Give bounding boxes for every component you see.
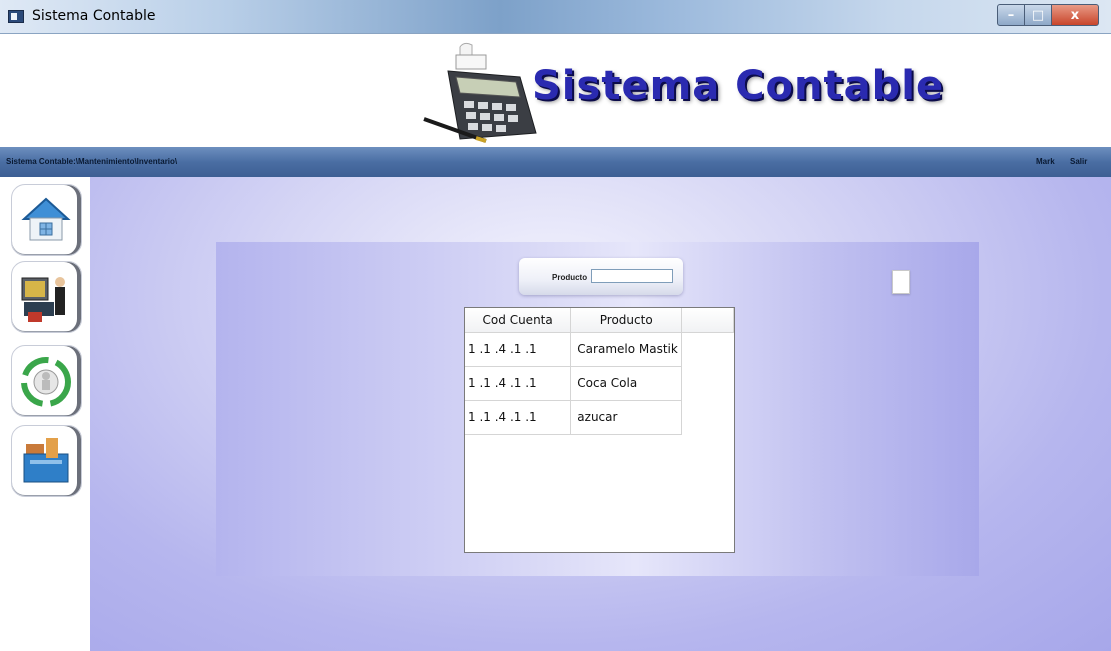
cell-producto[interactable]: Caramelo Mastik bbox=[570, 332, 683, 367]
sidebar-cycle-button[interactable] bbox=[11, 345, 82, 417]
inventory-table: Cod Cuenta Producto 1 .1 .4 .1 .1 Carame… bbox=[464, 307, 735, 553]
cell-cod-cuenta[interactable]: 1 .1 .4 .1 .1 bbox=[465, 400, 572, 435]
minimize-button[interactable]: – bbox=[997, 4, 1025, 26]
maximize-icon: □ bbox=[1031, 7, 1045, 23]
logout-link[interactable]: Salir bbox=[1070, 157, 1087, 166]
column-header-empty bbox=[681, 308, 734, 333]
navigation-bar: Sistema Contable:\Mantenimiento\Inventar… bbox=[0, 147, 1111, 177]
minimize-icon: – bbox=[1007, 7, 1015, 23]
house-icon bbox=[21, 197, 71, 241]
recycle-arrows-icon bbox=[21, 357, 71, 407]
app-header: Sistema Contable bbox=[0, 35, 1111, 147]
window-titlebar: Sistema Contable – □ x bbox=[0, 0, 1111, 34]
app-window-icon bbox=[8, 10, 24, 23]
sidebar-files-button[interactable] bbox=[11, 425, 82, 497]
table-row[interactable]: 1 .1 .4 .1 .1 Caramelo Mastik bbox=[465, 332, 734, 367]
column-header-cod-cuenta[interactable]: Cod Cuenta bbox=[465, 308, 572, 333]
small-action-button[interactable] bbox=[892, 270, 910, 294]
product-search-input[interactable] bbox=[591, 269, 673, 283]
table-row[interactable]: 1 .1 .4 .1 .1 azucar bbox=[465, 400, 734, 435]
cell-producto[interactable]: azucar bbox=[570, 400, 683, 435]
calculator-with-pen-icon bbox=[423, 42, 537, 143]
cell-cod-cuenta[interactable]: 1 .1 .4 .1 .1 bbox=[465, 366, 572, 401]
app-logo-text: Sistema Contable bbox=[532, 63, 945, 109]
column-header-producto[interactable]: Producto bbox=[570, 308, 683, 333]
people-computer-icon bbox=[21, 277, 65, 322]
close-button[interactable]: x bbox=[1051, 4, 1099, 26]
window-title: Sistema Contable bbox=[32, 8, 156, 24]
cell-producto[interactable]: Coca Cola bbox=[570, 366, 683, 401]
product-search-box: Producto bbox=[519, 258, 683, 295]
cell-cod-cuenta[interactable]: 1 .1 .4 .1 .1 bbox=[465, 332, 572, 367]
sidebar-home-button[interactable] bbox=[11, 184, 82, 256]
user-name-link[interactable]: Mark bbox=[1036, 157, 1055, 166]
breadcrumb: Sistema Contable:\Mantenimiento\Inventar… bbox=[6, 157, 178, 166]
maximize-button[interactable]: □ bbox=[1024, 4, 1052, 26]
folder-files-icon bbox=[23, 438, 69, 483]
product-search-label: Producto bbox=[552, 273, 588, 282]
sidebar-people-button[interactable] bbox=[11, 261, 82, 333]
close-icon: x bbox=[1070, 7, 1080, 23]
table-row[interactable]: 1 .1 .4 .1 .1 Coca Cola bbox=[465, 366, 734, 401]
